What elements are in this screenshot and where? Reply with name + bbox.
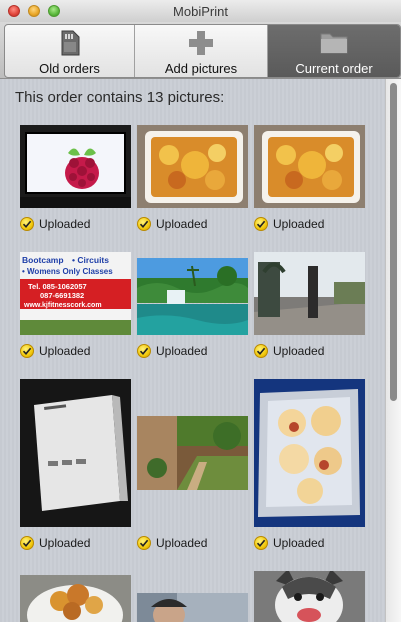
sign-line: www.kjfitnesscork.com	[23, 302, 102, 309]
sd-card-icon	[59, 30, 81, 61]
photo-thumbnail[interactable]	[254, 125, 365, 208]
order-heading: This order contains 13 pictures:	[15, 89, 225, 106]
view-switcher: Old orders Add pictures Current order	[4, 24, 401, 78]
sign-line: • Womens Only Classes	[22, 267, 113, 276]
upload-status-label: Uploaded	[156, 536, 208, 550]
upload-status: Uploaded	[20, 217, 90, 231]
checkmark-icon	[254, 217, 268, 231]
window-title: MobiPrint	[173, 4, 228, 19]
current-order-label: Current order	[295, 61, 373, 76]
scrollbar-thumb[interactable]	[390, 83, 397, 401]
old-orders-button[interactable]: Old orders	[5, 25, 135, 77]
sign-line: Bootcamp	[22, 255, 64, 265]
order-content[interactable]: This order contains 13 pictures: Uploade…	[0, 79, 385, 622]
photo-thumbnail[interactable]	[137, 125, 248, 208]
photo-thumbnail[interactable]	[20, 379, 131, 527]
upload-status-label: Uploaded	[273, 344, 325, 358]
sign-line: 087-6691382	[40, 291, 84, 300]
sign-line: Tel. 085-1062057	[28, 282, 87, 291]
upload-status: Uploaded	[20, 344, 90, 358]
sign-line: • Circuits	[72, 255, 109, 265]
plus-icon	[188, 30, 214, 61]
upload-status-label: Uploaded	[273, 536, 325, 550]
upload-status: Uploaded	[254, 217, 324, 231]
app-window: MobiPrint Old orders Add pictures Curren…	[0, 0, 401, 622]
checkmark-icon	[20, 344, 34, 358]
add-pictures-label: Add pictures	[164, 61, 238, 76]
upload-status: Uploaded	[137, 217, 207, 231]
add-pictures-button[interactable]: Add pictures	[135, 25, 268, 77]
upload-status-label: Uploaded	[156, 217, 208, 231]
photo-thumbnail[interactable]	[254, 571, 365, 622]
checkmark-icon	[20, 217, 34, 231]
checkmark-icon	[137, 344, 151, 358]
old-orders-label: Old orders	[39, 61, 100, 76]
upload-status-label: Uploaded	[156, 344, 208, 358]
checkmark-icon	[137, 217, 151, 231]
checkmark-icon	[254, 536, 268, 550]
photo-thumbnail[interactable]	[20, 575, 131, 622]
upload-status-label: Uploaded	[39, 344, 91, 358]
upload-status: Uploaded	[137, 536, 207, 550]
photo-thumbnail[interactable]	[137, 258, 248, 335]
photo-thumbnail[interactable]	[254, 252, 365, 335]
upload-status: Uploaded	[137, 344, 207, 358]
checkmark-icon	[137, 536, 151, 550]
photo-thumbnail[interactable]	[20, 125, 131, 208]
checkmark-icon	[254, 344, 268, 358]
upload-status-label: Uploaded	[39, 536, 91, 550]
upload-status-label: Uploaded	[39, 217, 91, 231]
current-order-button[interactable]: Current order	[268, 25, 400, 77]
upload-status: Uploaded	[20, 536, 90, 550]
upload-status-label: Uploaded	[273, 217, 325, 231]
toolbar: Old orders Add pictures Current order	[0, 22, 401, 79]
photo-thumbnail[interactable]: Bootcamp • Circuits • Womens Only Classe…	[20, 252, 131, 335]
photo-thumbnail[interactable]	[137, 416, 248, 490]
photo-thumbnail[interactable]	[137, 593, 248, 622]
title-bar[interactable]: MobiPrint	[0, 0, 401, 23]
upload-status: Uploaded	[254, 344, 324, 358]
checkmark-icon	[20, 536, 34, 550]
vertical-scrollbar[interactable]	[385, 79, 401, 622]
upload-status: Uploaded	[254, 536, 324, 550]
photo-thumbnail[interactable]	[254, 379, 365, 527]
folder-icon	[320, 30, 348, 59]
